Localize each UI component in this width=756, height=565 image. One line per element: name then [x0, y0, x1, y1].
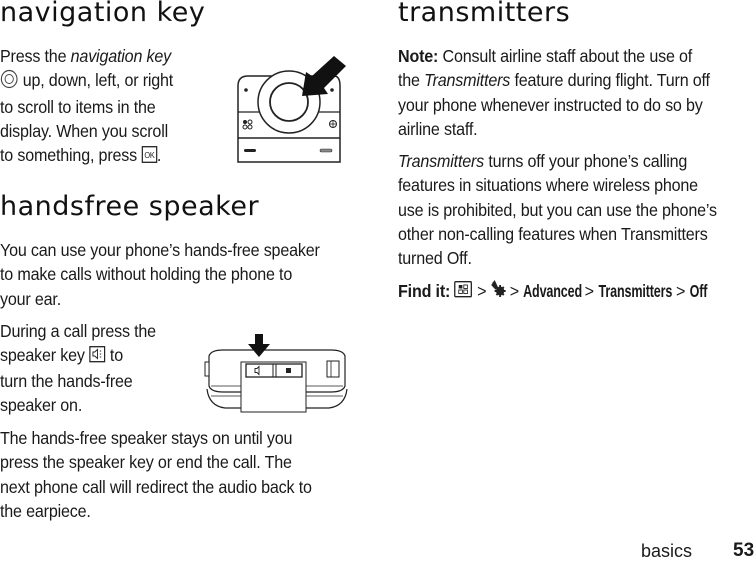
- find-it-path: Find it: > > Advanced > Transmitters > O…: [398, 279, 712, 305]
- speaker-key-icon: [89, 345, 106, 369]
- heading-transmitters: transmitters: [398, 0, 571, 28]
- globe-icon: [329, 120, 337, 128]
- navigation-key-paragraph: Press the navigation key up, down, left,…: [0, 44, 173, 169]
- navigation-key-term: navigation key: [70, 46, 172, 66]
- speaker-phone-illustration: [204, 334, 348, 413]
- path-off: Off: [689, 281, 708, 301]
- navigation-key-illustration: [237, 56, 346, 163]
- settings-icon: [491, 280, 506, 304]
- speaker-stays-on-paragraph: The hands-free speaker stays on until yo…: [0, 428, 312, 521]
- speaker-intro-paragraph: You can use your phone’s hands-free spea…: [0, 240, 320, 309]
- left-softkey: [244, 149, 256, 152]
- footer-section-label: basics: [641, 541, 693, 561]
- page-number: 53: [733, 540, 755, 561]
- navigation-key-icon: [0, 69, 18, 95]
- find-it-label: Find it:: [398, 281, 451, 301]
- svg-text:OK: OK: [144, 150, 155, 159]
- path-transmitters: Transmitters: [598, 281, 672, 301]
- heading-handsfree-speaker: handsfree speaker: [0, 191, 260, 222]
- ok-key-icon: OK: [141, 145, 157, 169]
- heading-navigation-key: navigation key: [0, 0, 206, 28]
- right-softkey: [319, 148, 333, 153]
- path-advanced: Advanced: [523, 281, 583, 301]
- menu-key-icon: [454, 280, 473, 304]
- transmitters-description-paragraph: Transmitters turns off your phone’s call…: [398, 151, 717, 269]
- transmitters-note-paragraph: Note: Consult airline staff about the us…: [398, 46, 710, 139]
- speaker-key-paragraph: During a call press the speaker key to t…: [0, 321, 156, 416]
- note-label: Note:: [398, 46, 439, 66]
